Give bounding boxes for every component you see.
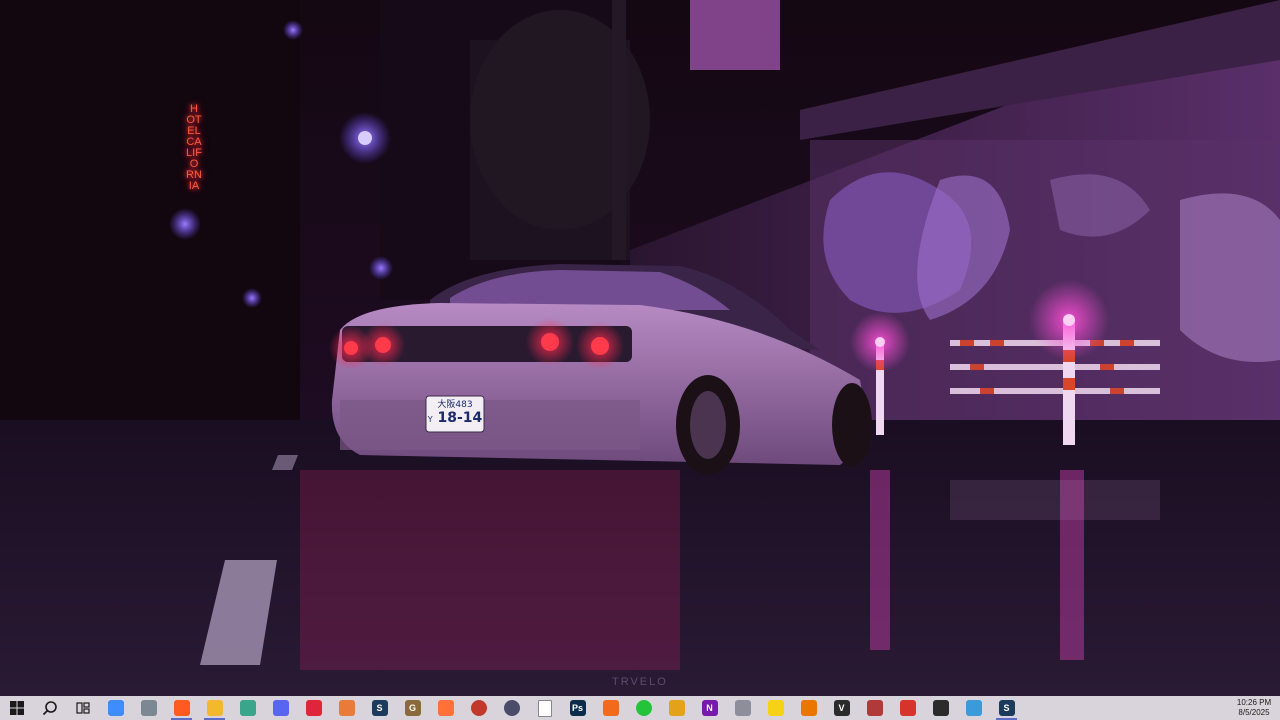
task-view-button[interactable]	[66, 696, 99, 720]
sync-icon	[668, 700, 685, 716]
search-icon	[42, 701, 57, 716]
taskbar-app-button[interactable]	[495, 696, 528, 720]
taskbar-app-button[interactable]	[264, 696, 297, 720]
taskbar-app-button[interactable]	[792, 696, 825, 720]
taskbar-app-button[interactable]	[726, 696, 759, 720]
fl-studio-icon	[602, 700, 619, 716]
license-plate-region: 大阪483	[437, 400, 473, 410]
taskbar-app-button[interactable]	[231, 696, 264, 720]
settings-icon	[932, 700, 949, 716]
taskbar-app-button[interactable]	[132, 696, 165, 720]
taskbar-app-button[interactable]	[660, 696, 693, 720]
steam-icon-2: S	[998, 700, 1015, 716]
taskbar-app-button[interactable]: S	[990, 696, 1023, 720]
cortana-icon	[503, 700, 520, 716]
remote-desktop-icon	[965, 700, 982, 716]
taskbar-app-button[interactable]: S	[363, 696, 396, 720]
onenote-icon: N	[701, 700, 718, 716]
shield-icon	[734, 700, 751, 716]
document-icon	[537, 699, 552, 717]
taskbar-app-button[interactable]	[462, 696, 495, 720]
search-button[interactable]	[33, 696, 66, 720]
license-plate: 大阪483 Y 18-14	[426, 396, 484, 432]
taskbar-pinned-apps: S G Ps N V S	[99, 696, 1023, 720]
brave-browser-icon	[173, 700, 190, 716]
clock-date: 8/5/2025	[1238, 708, 1270, 717]
taskbar-app-button[interactable]	[924, 696, 957, 720]
gimp-icon: G	[404, 700, 421, 716]
taskbar-app-button[interactable]: Ps	[561, 696, 594, 720]
desktop-wallpaper: HOTEL CALIFORNIA 大阪483 Y 18-14 TRVELO	[0, 0, 1280, 696]
hotel-california-sign: HOTEL CALIFORNIA	[186, 103, 202, 192]
windows-start-icon	[9, 701, 24, 715]
taskbar-app-button[interactable]	[891, 696, 924, 720]
taskbar-app-button[interactable]	[297, 696, 330, 720]
photoshop-icon: Ps	[569, 700, 586, 716]
wallpaper-watermark: TRVELO	[612, 676, 668, 688]
firefox-icon	[437, 700, 454, 716]
taskbar-app-button[interactable]	[165, 696, 198, 720]
blender-icon	[800, 700, 817, 716]
app-ring-icon	[470, 700, 487, 716]
taskbar-app-button[interactable]: V	[825, 696, 858, 720]
task-view-icon	[75, 702, 90, 714]
taskbar-app-button[interactable]	[627, 696, 660, 720]
taskbar-app-button[interactable]	[99, 696, 132, 720]
start-button[interactable]	[0, 696, 33, 720]
system-clock[interactable]: 10:26 PM 8/5/2025	[1232, 696, 1276, 720]
taskbar-app-button[interactable]	[528, 696, 561, 720]
checkmark-app-icon	[767, 700, 784, 716]
taskbar-app-button[interactable]	[957, 696, 990, 720]
vegas-icon: V	[833, 700, 850, 716]
taskbar-app-button[interactable]	[198, 696, 231, 720]
file-explorer-icon	[206, 700, 223, 716]
taskbar-app-button[interactable]	[594, 696, 627, 720]
license-plate-prefix: Y	[427, 415, 433, 424]
razer-icon	[635, 700, 652, 716]
notes-app-icon	[239, 700, 256, 716]
taskbar-app-button[interactable]	[429, 696, 462, 720]
license-plate-number-row: Y 18-14	[428, 410, 483, 428]
license-plate-number: 18-14	[437, 410, 483, 426]
copilot-icon	[107, 700, 124, 716]
taskbar-app-button[interactable]: G	[396, 696, 429, 720]
steam-icon: S	[371, 700, 388, 716]
file-manager-icon	[140, 700, 157, 716]
taskbar: S G Ps N V S	[0, 696, 1280, 720]
taskbar-app-button[interactable]	[330, 696, 363, 720]
opera-gx-icon	[305, 700, 322, 716]
taskbar-app-button[interactable]	[759, 696, 792, 720]
skull-app-icon	[866, 700, 883, 716]
flash-app-icon	[899, 700, 916, 716]
discord-icon	[272, 700, 289, 716]
taskbar-app-button[interactable]	[858, 696, 891, 720]
taskbar-app-button[interactable]: N	[693, 696, 726, 720]
clock-time: 10:26 PM	[1236, 698, 1272, 707]
affinity-icon	[338, 700, 355, 716]
